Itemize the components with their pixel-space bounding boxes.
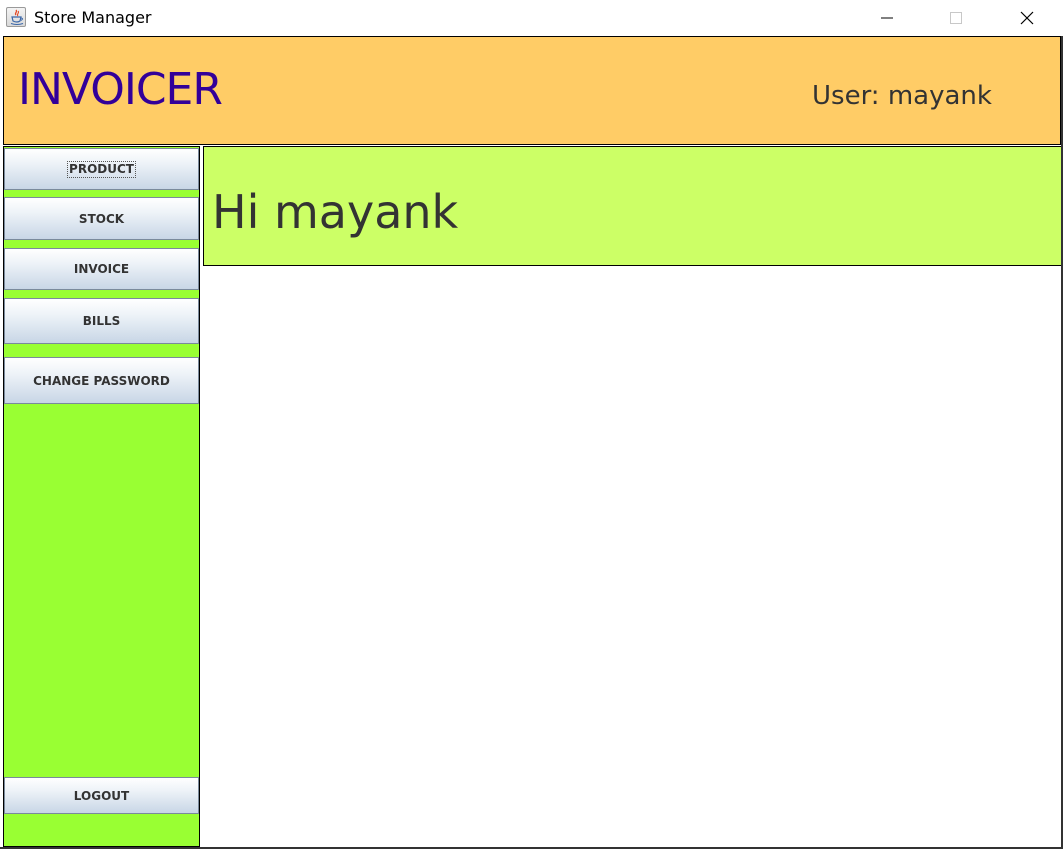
title-bar[interactable]: Store Manager	[0, 0, 1063, 36]
minimize-icon	[881, 17, 893, 19]
bills-button-label: BILLS	[82, 314, 121, 328]
app-window: Store Manager INVOICER User: mayank PROD…	[0, 0, 1063, 849]
stock-button[interactable]: STOCK	[4, 197, 199, 240]
close-button[interactable]	[1004, 0, 1050, 36]
invoice-button[interactable]: INVOICE	[4, 248, 199, 290]
change-password-button-label: CHANGE PASSWORD	[33, 373, 170, 388]
change-password-button[interactable]: CHANGE PASSWORD	[4, 357, 199, 404]
window-title: Store Manager	[34, 8, 152, 27]
main-content: Hi mayank	[200, 146, 1063, 849]
logout-button-label: LOGOUT	[73, 788, 130, 803]
stock-button-label: STOCK	[78, 211, 125, 226]
product-button-label: PRODUCT	[67, 160, 136, 178]
invoice-button-label: INVOICE	[73, 262, 130, 276]
minimize-button[interactable]	[864, 0, 910, 36]
close-icon	[1020, 11, 1034, 25]
product-button[interactable]: PRODUCT	[4, 148, 199, 190]
maximize-icon	[950, 12, 962, 24]
java-cup-icon	[6, 7, 26, 27]
sidebar: PRODUCT STOCK INVOICE BILLS CHANGE PASSW…	[3, 146, 200, 847]
logout-button[interactable]: LOGOUT	[4, 777, 199, 814]
maximize-button[interactable]	[933, 0, 979, 36]
bills-button[interactable]: BILLS	[4, 298, 199, 344]
header-panel: INVOICER User: mayank	[3, 36, 1061, 145]
greeting-text: Hi mayank	[212, 185, 459, 239]
greeting-panel: Hi mayank	[203, 146, 1062, 266]
app-brand-title: INVOICER	[18, 64, 223, 115]
user-label: User: mayank	[812, 81, 992, 111]
